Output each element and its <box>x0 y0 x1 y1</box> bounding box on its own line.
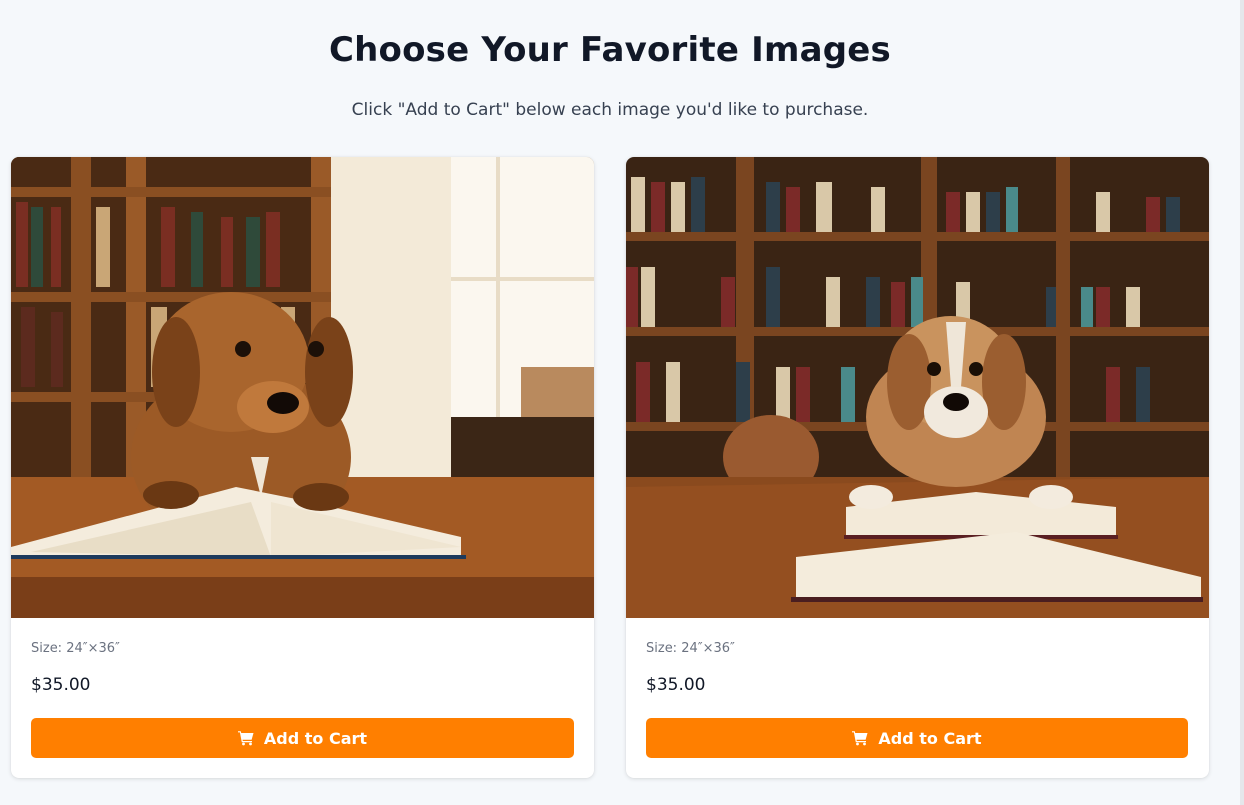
add-to-cart-button[interactable]: Add to Cart <box>31 718 574 758</box>
add-to-cart-button[interactable]: Add to Cart <box>646 718 1188 758</box>
price-label: $35.00 <box>646 675 706 695</box>
product-card: Size: 24″×36″ $35.00 Add to Cart <box>626 157 1209 778</box>
price-label: $35.00 <box>31 675 91 695</box>
add-to-cart-label: Add to Cart <box>263 728 368 748</box>
add-to-cart-label: Add to Cart <box>878 728 982 748</box>
product-image[interactable] <box>11 157 594 618</box>
product-card: Size: 24″×36″ $35.00 Add to Cart <box>11 157 594 778</box>
size-label: Size: 24″×36″ <box>646 641 735 656</box>
size-label: Size: 24″×36″ <box>31 641 120 656</box>
cart-icon <box>852 731 868 746</box>
product-image[interactable] <box>626 157 1209 618</box>
cart-icon <box>237 731 254 746</box>
page-scrollbar[interactable] <box>1240 0 1244 805</box>
page-title: Choose Your Favorite Images <box>328 30 891 70</box>
page-subtitle: Click "Add to Cart" below each image you… <box>351 100 869 120</box>
